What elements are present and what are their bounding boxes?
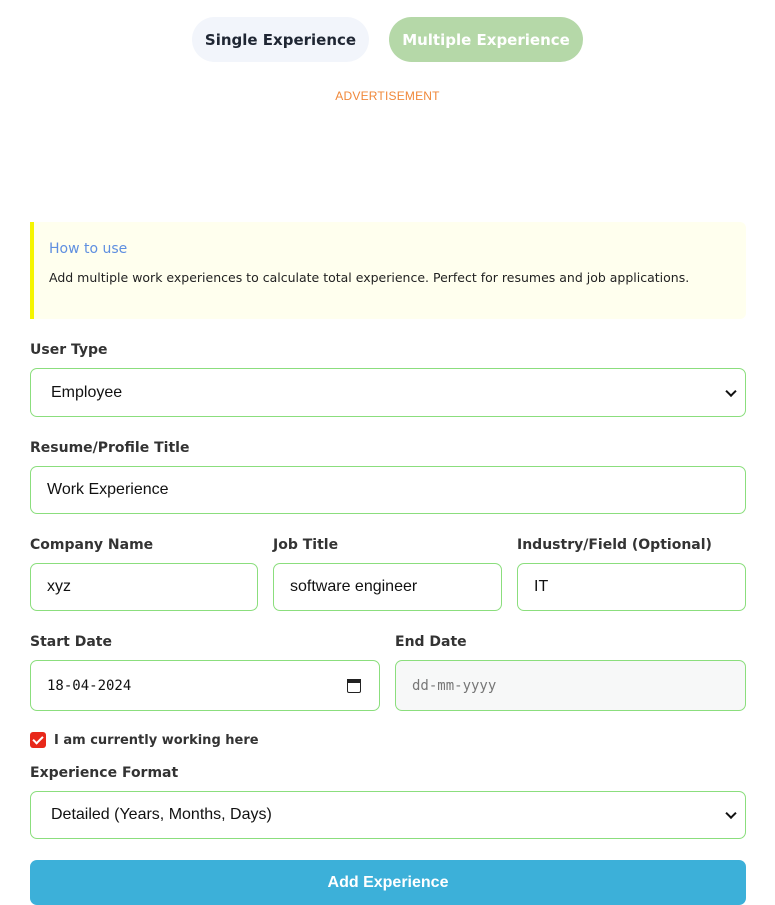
- start-date-value: 18-04-2024: [47, 677, 132, 694]
- profile-title-value: Work Experience: [47, 481, 169, 498]
- advertisement-label: ADVERTISEMENT: [335, 89, 440, 103]
- currently-working-label[interactable]: I am currently working here: [54, 733, 259, 748]
- user-type-label: User Type: [30, 342, 108, 358]
- user-type-value: Employee: [51, 383, 123, 401]
- user-type-select[interactable]: Employee: [30, 368, 746, 417]
- industry-value: IT: [534, 578, 549, 595]
- industry-input[interactable]: IT: [517, 563, 746, 611]
- industry-label: Industry/Field (Optional): [517, 537, 712, 553]
- job-title-value: software engineer: [290, 578, 418, 595]
- experience-format-value: Detailed (Years, Months, Days): [51, 806, 272, 823]
- end-date-input[interactable]: dd-mm-yyyy: [395, 660, 746, 711]
- company-name-value: xyz: [47, 578, 71, 595]
- end-date-placeholder: dd-mm-yyyy: [412, 677, 497, 694]
- profile-title-label: Resume/Profile Title: [30, 440, 190, 456]
- calendar-icon[interactable]: [347, 678, 361, 693]
- company-name-input[interactable]: xyz: [30, 563, 258, 611]
- tab-multiple-experience[interactable]: Multiple Experience: [389, 17, 583, 62]
- currently-working-row[interactable]: I am currently working here: [30, 731, 259, 749]
- add-experience-button[interactable]: Add Experience: [30, 860, 746, 905]
- job-title-label: Job Title: [273, 537, 339, 553]
- currently-working-checkbox[interactable]: [30, 732, 46, 748]
- how-to-use-text: Add multiple work experiences to calcula…: [49, 270, 690, 285]
- chevron-down-icon: [725, 385, 737, 397]
- start-date-label: Start Date: [30, 634, 112, 650]
- how-to-use-title: How to use: [49, 241, 128, 257]
- end-date-label: End Date: [395, 634, 467, 650]
- job-title-input[interactable]: software engineer: [273, 563, 502, 611]
- how-to-use-panel: How to use Add multiple work experiences…: [30, 222, 746, 319]
- experience-format-select[interactable]: Detailed (Years, Months, Days): [30, 791, 746, 839]
- experience-mode-tabs: Single Experience Multiple Experience: [0, 17, 775, 62]
- start-date-input[interactable]: 18-04-2024: [30, 660, 380, 711]
- tab-single-experience[interactable]: Single Experience: [192, 17, 369, 62]
- experience-format-label: Experience Format: [30, 765, 179, 781]
- company-name-label: Company Name: [30, 537, 154, 553]
- profile-title-input[interactable]: Work Experience: [30, 466, 746, 514]
- chevron-down-icon: [725, 807, 737, 820]
